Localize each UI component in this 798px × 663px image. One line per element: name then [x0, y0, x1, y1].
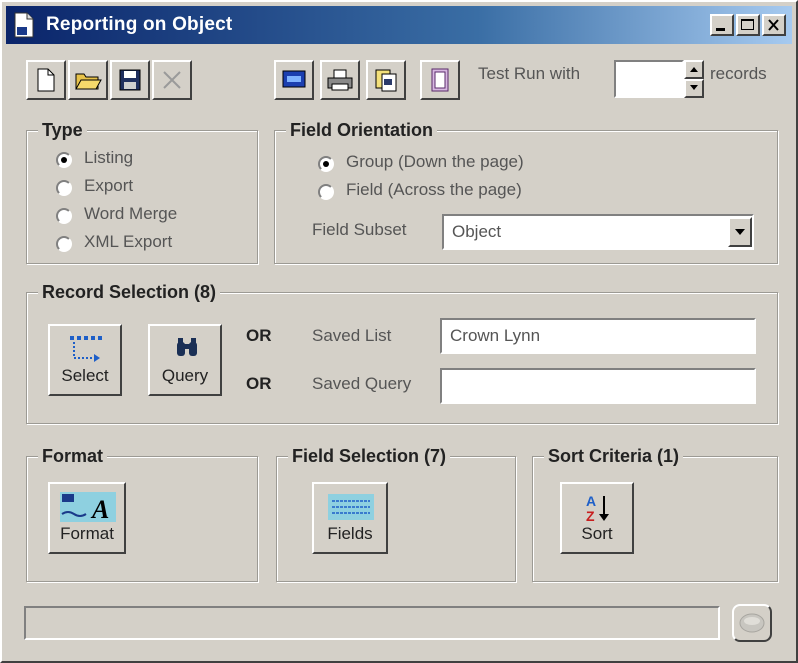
radio-group-down-label[interactable]: Group (Down the page)	[346, 152, 524, 172]
progress-bar	[24, 606, 720, 640]
window-title: Reporting on Object	[46, 14, 233, 35]
saved-list-label: Saved List	[312, 326, 392, 345]
binoculars-icon	[177, 338, 197, 356]
field-subset-value: Object	[452, 222, 502, 241]
copy-document-icon	[375, 69, 397, 92]
floppy-disk-icon	[119, 69, 141, 91]
radio-xml-export-label[interactable]: XML Export	[84, 232, 172, 252]
field-subset-dropdown-button[interactable]	[728, 217, 752, 247]
field-selection-title: Field Selection (7)	[288, 446, 451, 467]
close-button[interactable]	[762, 14, 786, 36]
export-button[interactable]	[366, 60, 406, 100]
format-font-icon: A	[60, 492, 116, 524]
preview-button[interactable]	[274, 60, 314, 100]
record-count-input[interactable]	[614, 60, 684, 98]
minimize-button[interactable]	[710, 14, 734, 36]
records-label: records	[710, 64, 767, 83]
clipboard-button[interactable]	[420, 60, 460, 100]
type-group-title: Type	[38, 120, 87, 141]
open-button[interactable]	[68, 60, 108, 100]
record-selection-title: Record Selection (8)	[38, 282, 221, 303]
radio-export[interactable]	[56, 180, 72, 196]
maximize-button[interactable]	[736, 14, 760, 36]
saved-query-input[interactable]	[440, 368, 756, 404]
sort-az-icon: A Z	[586, 493, 609, 524]
sort-button[interactable]: A Z Sort	[560, 482, 634, 554]
saved-query-label: Saved Query	[312, 374, 412, 393]
format-button[interactable]: A Format	[48, 482, 126, 554]
or-label-1: OR	[246, 326, 272, 345]
new-button[interactable]	[26, 60, 66, 100]
select-button[interactable]: Select	[48, 324, 122, 396]
record-selection-group	[26, 292, 778, 424]
field-orientation-title: Field Orientation	[286, 120, 438, 141]
or-label-2: OR	[246, 374, 272, 393]
open-folder-icon	[75, 73, 102, 90]
arrow-up-icon	[690, 67, 698, 72]
new-document-icon	[37, 68, 55, 92]
save-button[interactable]	[110, 60, 150, 100]
chevron-down-icon	[735, 229, 745, 235]
run-button[interactable]	[732, 604, 772, 642]
select-grid-icon	[70, 336, 102, 362]
page-icon	[431, 68, 449, 92]
field-subset-label: Field Subset	[312, 220, 407, 239]
select-button-label: Select	[61, 366, 109, 385]
radio-field-across-label[interactable]: Field (Across the page)	[346, 180, 522, 200]
svg-text:A: A	[586, 493, 596, 509]
test-run-label: Test Run with	[478, 64, 581, 83]
screen-preview-icon	[282, 70, 306, 88]
radio-export-label[interactable]: Export	[84, 176, 133, 196]
print-button[interactable]	[320, 60, 360, 100]
sort-button-label: Sort	[581, 524, 613, 543]
saved-list-input[interactable]: Crown Lynn	[440, 318, 756, 354]
query-button[interactable]: Query	[148, 324, 222, 396]
radio-listing[interactable]	[56, 152, 72, 168]
delete-x-icon	[163, 71, 181, 89]
format-button-label: Format	[60, 524, 114, 543]
title-bar[interactable]: Reporting on Object	[6, 6, 792, 44]
radio-field-across[interactable]	[318, 184, 334, 200]
radio-xml-export[interactable]	[56, 236, 72, 252]
fields-button[interactable]: Fields	[312, 482, 388, 554]
field-subset-select[interactable]: Object	[442, 214, 754, 250]
spin-up-button[interactable]	[684, 60, 704, 79]
query-button-label: Query	[161, 366, 209, 385]
radio-word-merge-label[interactable]: Word Merge	[84, 204, 177, 224]
sort-criteria-title: Sort Criteria (1)	[544, 446, 684, 467]
arrow-down-icon	[690, 85, 698, 90]
reporting-window: Reporting on Object Test Run with record…	[0, 0, 798, 663]
radio-word-merge[interactable]	[56, 208, 72, 224]
document-icon	[12, 12, 36, 38]
svg-text:A: A	[90, 495, 109, 524]
fields-list-icon	[328, 494, 374, 520]
fields-button-label: Fields	[327, 524, 373, 543]
format-group-title: Format	[38, 446, 108, 467]
delete-button[interactable]	[152, 60, 192, 100]
run-icon	[739, 613, 765, 633]
printer-icon	[327, 69, 353, 91]
radio-listing-label[interactable]: Listing	[84, 148, 133, 168]
radio-group-down[interactable]	[318, 156, 334, 172]
spin-down-button[interactable]	[684, 79, 704, 98]
svg-text:Z: Z	[586, 508, 595, 524]
